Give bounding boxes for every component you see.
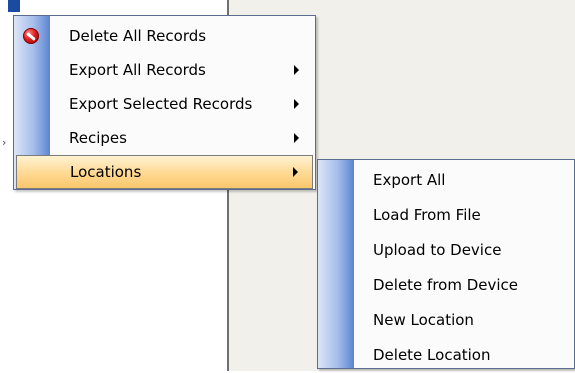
- submenu-item-load-from-file[interactable]: Load From File: [318, 198, 574, 233]
- submenu-item-label: Delete from Device: [373, 276, 519, 294]
- menu-item-export-selected-records[interactable]: Export Selected Records: [14, 87, 315, 121]
- tree-node-icon[interactable]: [8, 0, 20, 12]
- menu-item-recipes[interactable]: Recipes: [14, 121, 315, 155]
- submenu-item-upload-to-device[interactable]: Upload to Device: [318, 233, 574, 268]
- context-menu: Delete All Records Export All Records Ex…: [13, 15, 316, 190]
- submenu-item-label: Delete Location: [373, 346, 491, 364]
- submenu-item-label: Upload to Device: [373, 241, 502, 259]
- submenu-item-export-all[interactable]: Export All: [318, 163, 574, 198]
- submenu-arrow-icon: [294, 99, 299, 109]
- submenu-arrow-icon: [293, 167, 298, 177]
- tree-expand-icon[interactable]: ›: [2, 136, 6, 149]
- submenu-item-new-location[interactable]: New Location: [318, 303, 574, 338]
- locations-submenu: Export All Load From File Upload to Devi…: [317, 159, 575, 369]
- menu-item-locations[interactable]: Locations: [16, 155, 313, 189]
- submenu-arrow-icon: [294, 133, 299, 143]
- submenu-item-label: New Location: [373, 311, 474, 329]
- delete-icon: [23, 28, 39, 44]
- menu-item-label: Export All Records: [69, 61, 206, 79]
- menu-item-label: Recipes: [69, 129, 127, 147]
- menu-item-label: Locations: [70, 163, 142, 181]
- submenu-item-label: Load From File: [373, 206, 481, 224]
- submenu-arrow-icon: [294, 65, 299, 75]
- menu-item-export-all-records[interactable]: Export All Records: [14, 53, 315, 87]
- menu-item-delete-all-records[interactable]: Delete All Records: [14, 19, 315, 53]
- menu-item-label: Export Selected Records: [69, 95, 253, 113]
- menu-item-label: Delete All Records: [69, 27, 207, 45]
- submenu-item-delete-from-device[interactable]: Delete from Device: [318, 268, 574, 303]
- submenu-item-delete-location[interactable]: Delete Location: [318, 338, 574, 373]
- submenu-item-label: Export All: [373, 171, 446, 189]
